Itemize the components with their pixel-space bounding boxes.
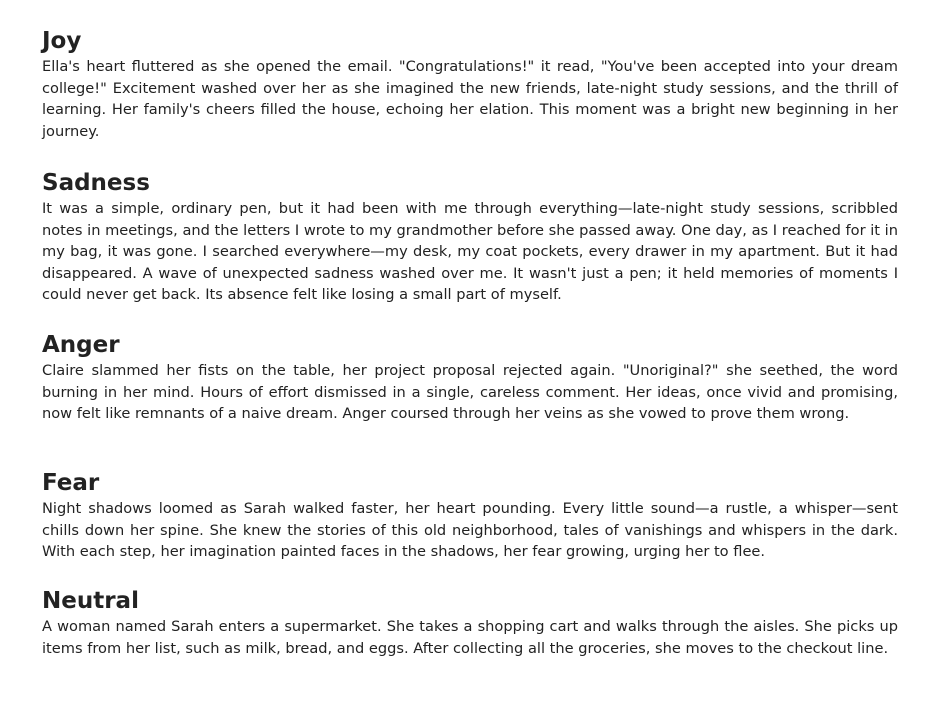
section-heading-sadness: Sadness [42,170,150,196]
section-text-fear: Night shadows loomed as Sarah walked fas… [42,500,898,560]
section-heading-fear: Fear [42,470,100,496]
section-anger: Anger Claire slammed her fists on the ta… [42,330,898,468]
section-heading-joy: Joy [42,28,82,54]
section-text-neutral: A woman named Sarah enters a supermarket… [42,618,898,657]
section-heading-anger: Anger [42,332,120,358]
section-text-joy: Ella's heart fluttered as she opened the… [42,58,898,140]
document-body: Joy Ella's heart fluttered as she opened… [42,26,898,706]
section-joy: Joy Ella's heart fluttered as she opened… [42,26,898,168]
section-fear: Fear Night shadows loomed as Sarah walke… [42,468,898,586]
section-neutral: Neutral A woman named Sarah enters a sup… [42,586,898,706]
section-sadness: Sadness It was a simple, ordinary pen, b… [42,168,898,330]
section-text-anger: Claire slammed her fists on the table, h… [42,362,898,422]
section-heading-neutral: Neutral [42,588,139,614]
section-text-sadness: It was a simple, ordinary pen, but it ha… [42,200,898,303]
